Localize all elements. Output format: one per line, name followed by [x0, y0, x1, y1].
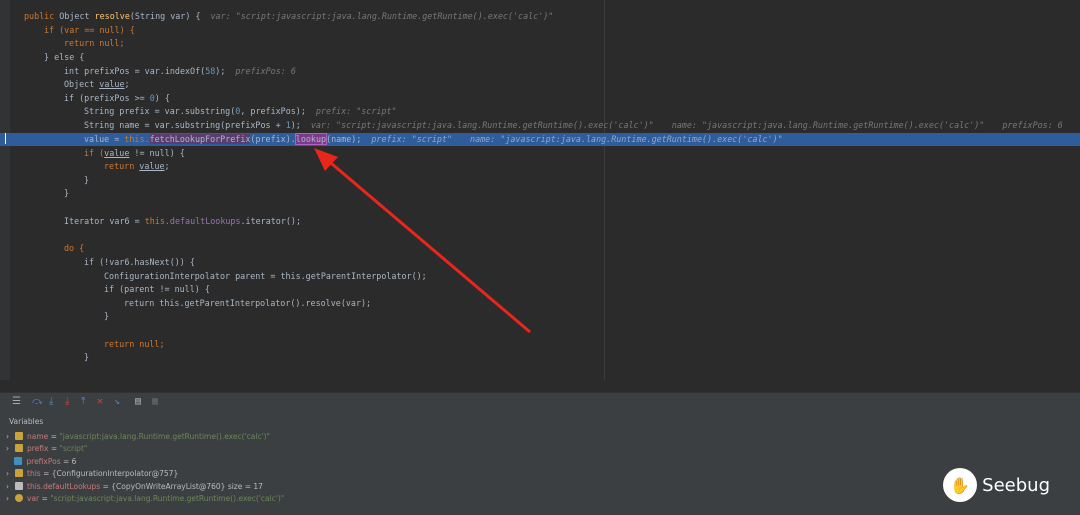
evaluate-icon[interactable]: ▤	[135, 396, 141, 407]
equals: =	[48, 444, 60, 454]
force-step-into-icon[interactable]: ⤓	[65, 396, 69, 407]
variable-name: prefixPos	[26, 456, 61, 466]
variable-value: 6	[71, 456, 77, 466]
expand-chevron-icon[interactable]: ›	[6, 482, 9, 491]
expand-chevron-icon[interactable]: ›	[6, 469, 9, 478]
expand-chevron-icon[interactable]: ›	[6, 494, 9, 503]
variable-name: this.defaultLookups	[27, 481, 101, 491]
expand-chevron-icon[interactable]: ›	[6, 444, 9, 453]
debugger-toolbar: ☰ ⤼ ⤓ ⤓ ⤒ ✕ ↘ ▤ ▦	[0, 392, 1080, 413]
step-into-icon[interactable]: ⤓	[49, 396, 53, 407]
variable-name: prefix	[27, 444, 49, 454]
variable-value: {ConfigurationInterpolator@757}	[51, 469, 179, 479]
field-icon	[15, 432, 23, 440]
code-editor[interactable]: public Object resolve(String var) {var: …	[0, 0, 1080, 380]
equals: =	[40, 469, 52, 479]
primitive-icon	[14, 456, 23, 465]
variable-row[interactable]: › this.defaultLookups = {CopyOnWriteArray…	[6, 481, 263, 493]
equals: =	[48, 432, 60, 441]
variables-header: Variables	[9, 417, 44, 426]
variable-row[interactable]: prefixPos = 6	[6, 456, 76, 468]
variable-value: "script:javascript:java.lang.Runtime.get…	[50, 494, 285, 503]
equals: =	[39, 494, 51, 503]
variable-row[interactable]: › prefix = "script"	[6, 443, 87, 455]
variable-name: this	[27, 469, 41, 479]
watch-icon	[15, 481, 23, 490]
variable-value: "script"	[59, 444, 88, 454]
equals: =	[100, 481, 112, 491]
step-over-icon[interactable]: ⤼	[32, 396, 43, 407]
variable-value: "javascript:java.lang.Runtime.getRuntime…	[59, 432, 270, 441]
red-arrow-annotation	[314, 148, 531, 334]
expand-chevron-icon[interactable]: ›	[6, 432, 9, 441]
seebug-watermark: ✋ Seebug	[943, 468, 1050, 502]
field-icon	[15, 469, 23, 478]
variable-row[interactable]: › this = {ConfigurationInterpolator@757}	[6, 468, 178, 480]
variable-row[interactable]: › var = "script:javascript:java.lang.Runt…	[6, 493, 284, 505]
step-out-icon[interactable]: ⤒	[81, 396, 85, 407]
seebug-logo-icon: ✋	[943, 468, 978, 502]
table-icon[interactable]: ▦	[152, 396, 158, 407]
variable-row[interactable]: › name = "javascript:java.lang.Runtime.ge…	[6, 431, 270, 443]
variable-name: name	[27, 432, 49, 441]
drop-frame-icon[interactable]: ✕	[97, 396, 103, 407]
variable-name: var	[27, 494, 40, 503]
equals: =	[60, 456, 72, 466]
variable-value: {CopyOnWriteArrayList@760} size = 17	[111, 481, 263, 491]
field-icon	[15, 444, 23, 453]
expand-chevron-icon[interactable]	[6, 457, 8, 466]
param-icon	[15, 494, 23, 502]
variables-panel: Variables › name = "javascript:java.lang.…	[0, 413, 1080, 515]
run-to-cursor-icon[interactable]: ↘	[114, 396, 120, 407]
list-icon[interactable]: ☰	[12, 396, 21, 407]
